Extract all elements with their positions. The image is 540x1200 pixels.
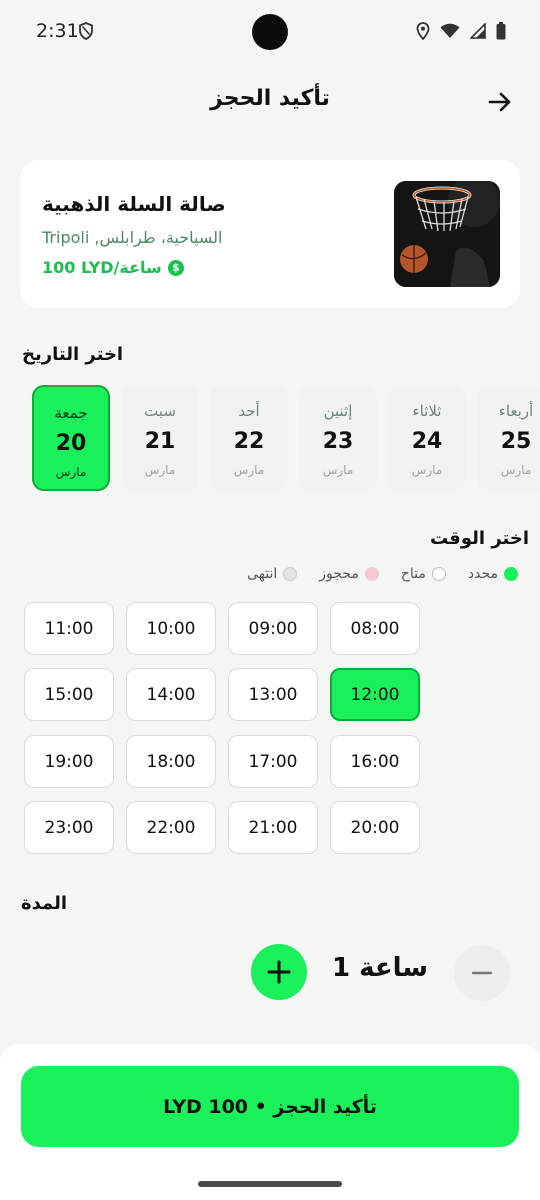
home-indicator[interactable] xyxy=(198,1181,342,1187)
time-slot[interactable]: 09:00 xyxy=(228,602,318,655)
time-slot[interactable]: 14:00 xyxy=(126,668,216,721)
signal-icon xyxy=(469,22,486,43)
date-day-label: أحد xyxy=(238,402,260,420)
booking-confirmation-screen: 2:31 تأكيد الحجز صالة السلة الذهبية Trip… xyxy=(0,0,540,1200)
time-slot[interactable]: 17:00 xyxy=(228,735,318,788)
time-slot[interactable]: 18:00 xyxy=(126,735,216,788)
date-day-label: سبت xyxy=(144,402,176,420)
date-item[interactable]: أحد 22 مارس xyxy=(210,385,288,491)
date-month-label: مارس xyxy=(55,465,87,479)
venue-location: Tripoli ,السياحية، طرابلس xyxy=(42,228,223,247)
time-slot[interactable]: 16:00 xyxy=(330,735,420,788)
status-time: 2:31 xyxy=(36,20,79,42)
legend-expired-label: انتهى xyxy=(247,566,278,582)
date-item[interactable]: جمعة 20 مارس xyxy=(32,385,110,491)
duration-value: 1 ساعة xyxy=(331,953,428,983)
venue-name: صالة السلة الذهبية xyxy=(42,192,226,216)
time-slot[interactable]: 11:00 xyxy=(24,602,114,655)
price-text: 100 LYD/ساعة xyxy=(42,258,162,277)
legend-available-label: متاح xyxy=(400,566,426,582)
venue-card[interactable]: صالة السلة الذهبية Tripoli ,السياحية، طر… xyxy=(20,160,520,308)
venue-image xyxy=(394,181,500,287)
time-slot[interactable]: 12:00 xyxy=(330,668,420,721)
time-legend: محدد متاح محجوز انتهى xyxy=(247,566,518,582)
date-number: 22 xyxy=(233,429,265,454)
time-slot[interactable]: 10:00 xyxy=(126,602,216,655)
page-title: تأكيد الحجز xyxy=(210,86,330,111)
date-number: 20 xyxy=(55,431,87,456)
date-number: 23 xyxy=(322,429,354,454)
arrow-right-icon xyxy=(488,92,511,112)
time-slot[interactable]: 15:00 xyxy=(24,668,114,721)
venue-price: 100 LYD/ساعة $ xyxy=(42,258,184,277)
date-day-label: جمعة xyxy=(54,404,88,422)
legend-booked: محجوز xyxy=(319,566,379,582)
date-day-label: إثنين xyxy=(323,402,353,420)
minus-icon xyxy=(471,971,493,975)
decrease-duration-button[interactable] xyxy=(454,945,510,1001)
booked-dot-icon xyxy=(364,567,379,581)
back-button[interactable] xyxy=(484,86,516,118)
shield-icon xyxy=(78,22,94,44)
date-item[interactable]: ثلاثاء 24 مارس xyxy=(388,385,466,491)
date-month-label: مارس xyxy=(322,463,354,477)
date-month-label: مارس xyxy=(411,463,443,477)
duration-title: المدة xyxy=(21,893,68,914)
time-slot[interactable]: 13:00 xyxy=(228,668,318,721)
date-number: 21 xyxy=(144,429,176,454)
time-section-title: اختر الوقت xyxy=(430,528,530,549)
date-day-label: أربعاء xyxy=(498,402,534,420)
date-item[interactable]: أربعاء 25 مارس xyxy=(477,385,540,491)
expired-dot-icon xyxy=(283,567,298,581)
wifi-icon xyxy=(440,23,460,43)
time-slot[interactable]: 21:00 xyxy=(228,801,318,854)
status-bar: 2:31 xyxy=(0,0,540,64)
time-slot[interactable]: 19:00 xyxy=(24,735,114,788)
date-month-label: مارس xyxy=(500,463,532,477)
legend-available: متاح xyxy=(401,566,446,582)
camera-cutout xyxy=(252,14,288,50)
time-slot[interactable]: 22:00 xyxy=(126,801,216,854)
increase-duration-button[interactable] xyxy=(251,944,307,1000)
date-section-title: اختر التاريخ xyxy=(22,344,124,365)
legend-booked-label: محجوز xyxy=(319,566,359,582)
time-slot[interactable]: 08:00 xyxy=(330,602,420,655)
date-day-label: ثلاثاء xyxy=(412,402,442,420)
date-item[interactable]: سبت 21 مارس xyxy=(121,385,199,491)
time-slot[interactable]: 20:00 xyxy=(330,801,420,854)
battery-icon xyxy=(496,22,506,44)
date-item[interactable]: إثنين 23 مارس xyxy=(299,385,377,491)
confirm-booking-button[interactable]: تأكيد الحجز • LYD 100 xyxy=(21,1066,519,1147)
status-icons xyxy=(416,22,506,44)
legend-selected-label: محدد xyxy=(467,566,498,582)
date-month-label: مارس xyxy=(144,463,176,477)
date-strip: جمعة 20 مارس سبت 21 مارس أحد 22 مارس إثنين 23 مارس ث… xyxy=(0,385,540,493)
selected-dot-icon xyxy=(504,567,518,581)
date-number: 25 xyxy=(500,429,532,454)
dollar-icon: $ xyxy=(167,259,184,276)
legend-selected: محدد xyxy=(468,566,518,582)
date-month-label: مارس xyxy=(233,463,265,477)
date-number: 24 xyxy=(411,429,443,454)
location-icon xyxy=(416,22,430,44)
time-slot[interactable]: 23:00 xyxy=(24,801,114,854)
available-dot-icon xyxy=(431,567,446,581)
plus-icon xyxy=(267,960,291,984)
legend-expired: انتهى xyxy=(247,566,298,582)
